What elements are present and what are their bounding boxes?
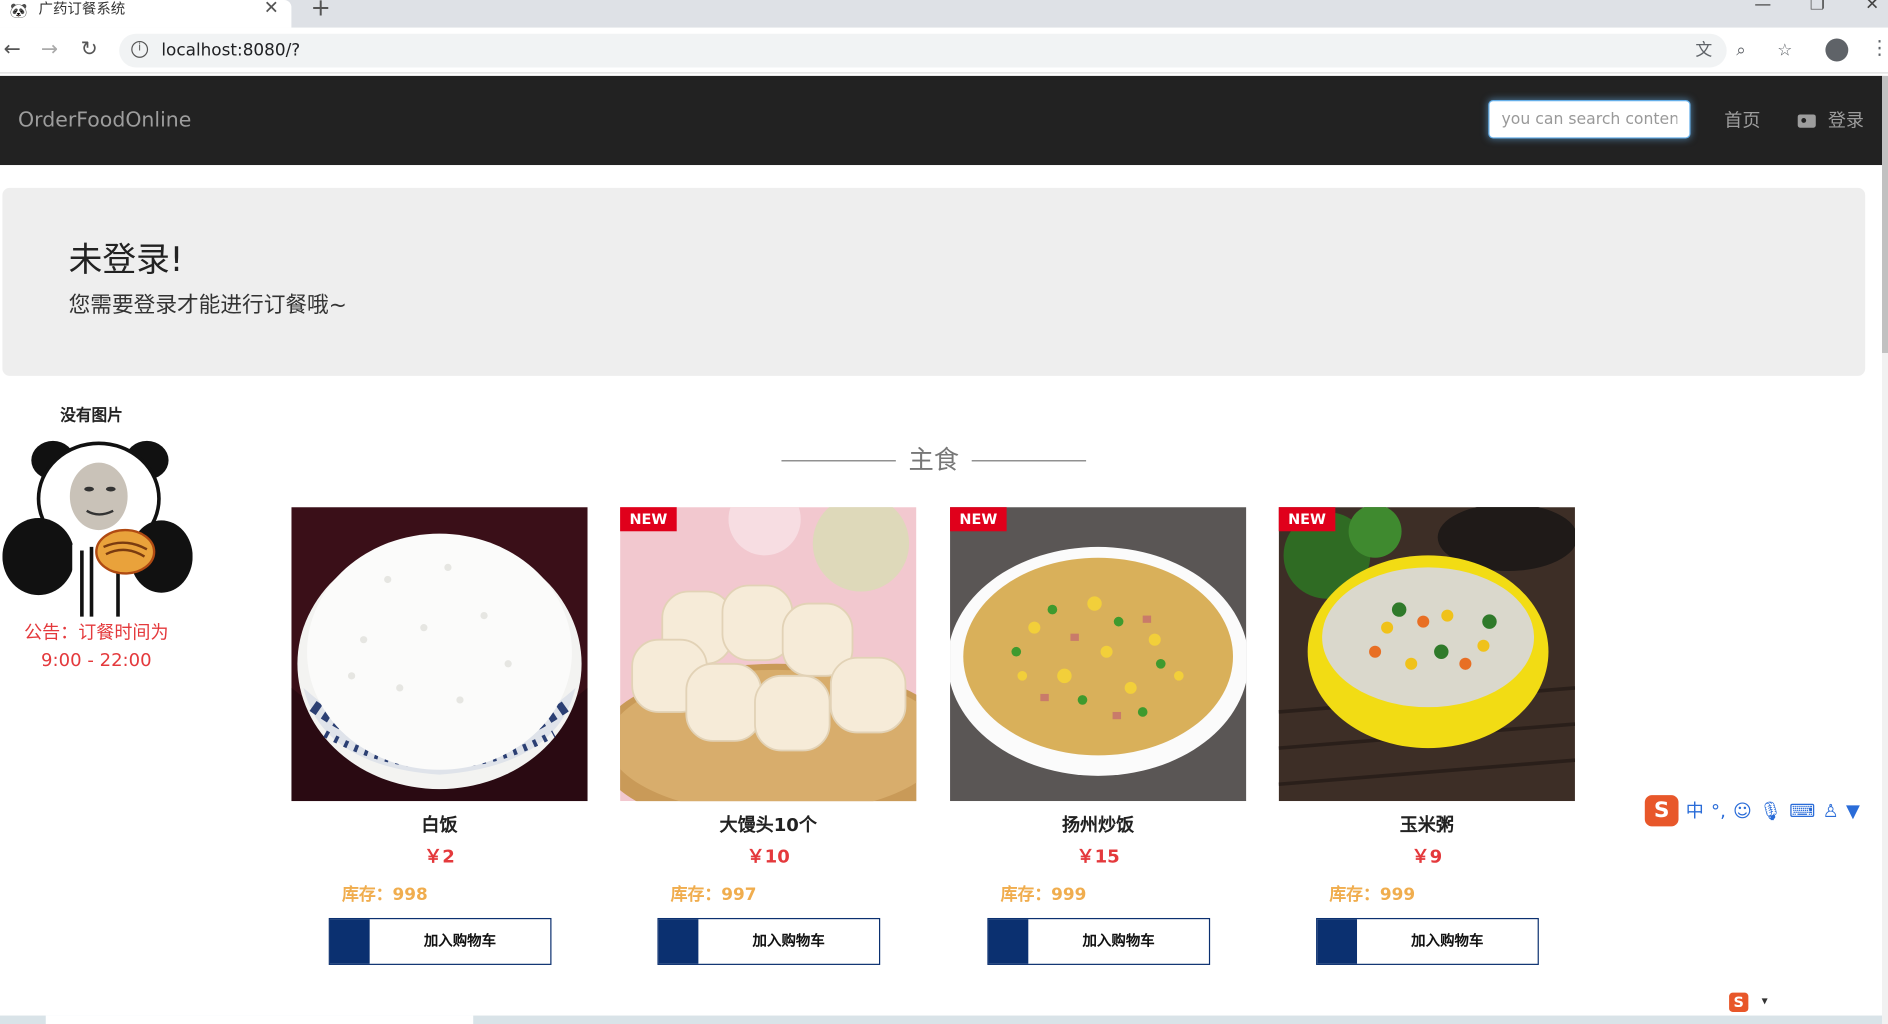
cart-button-accent [329, 919, 370, 964]
product-price: ￥2 [424, 845, 455, 868]
tab-title: 广药订餐系统 [38, 0, 126, 17]
zoom-icon[interactable]: ⌕ [1736, 40, 1745, 62]
product-name[interactable]: 大馒头10个 [620, 813, 916, 837]
product-stock: 库存：998 [341, 885, 428, 905]
site-info-icon[interactable]: i [131, 40, 149, 58]
cart-button-accent [988, 919, 1029, 964]
horizontal-scroll-thumb[interactable] [45, 1015, 474, 1024]
new-badge: NEW [1278, 507, 1336, 532]
product-name[interactable]: 白饭 [291, 813, 587, 837]
profile-avatar-icon[interactable] [1825, 38, 1849, 62]
product-stock: 库存：997 [670, 885, 757, 905]
product-stock: 库存：999 [1329, 885, 1416, 905]
section-title: 主食 [781, 443, 1087, 477]
product-stock: 库存：999 [1000, 885, 1087, 905]
browser-menu-icon[interactable]: ⋮ [1870, 36, 1888, 60]
announcement-line-1: 公告：订餐时间为 [24, 621, 169, 644]
product-card: NEW 玉米粥 ￥9 库存：999 加入购物车 [1278, 507, 1575, 965]
product-price: ￥9 [1411, 845, 1443, 868]
product-name[interactable]: 玉米粥 [1279, 813, 1575, 837]
panda-favicon-icon: 🐼 [9, 2, 28, 20]
product-price: ￥15 [1076, 845, 1120, 868]
forward-arrow-icon[interactable]: → [41, 36, 58, 63]
window-close-icon[interactable]: ✕ [1865, 0, 1879, 14]
fried-rice-image[interactable] [950, 507, 1247, 802]
url-text[interactable]: localhost:8080/? [161, 40, 300, 62]
browser-address-bar: ← → ↻ i localhost:8080/? 文 ⌕ ☆ [0, 27, 1888, 74]
add-to-cart-label: 加入购物车 [1411, 932, 1484, 950]
product-price: ￥10 [746, 845, 790, 868]
no-image-label: 没有图片 [60, 407, 123, 426]
new-badge: NEW [950, 507, 1007, 532]
browser-tab[interactable]: 🐼 广药订餐系统 ✕ [0, 0, 292, 28]
product-card: NEW 大馒头10个 ￥10 库存：997 加入购物车 [620, 507, 917, 965]
search-input[interactable] [1489, 101, 1690, 138]
nav-login-link[interactable]: 登录 [1828, 108, 1864, 132]
add-to-cart-button[interactable]: 加入购物车 [328, 917, 552, 965]
announcement-text: 公告：订餐时间为 9:00 - 22:00 [0, 619, 193, 674]
reload-icon[interactable]: ↻ [81, 36, 98, 63]
add-to-cart-button[interactable]: 加入购物车 [1316, 917, 1539, 965]
app-navbar: OrderFoodOnline 首页 登录 [0, 75, 1883, 166]
keyboard-icon[interactable]: ⌨ [1789, 799, 1815, 823]
horizontal-scroll-strip [0, 1015, 1883, 1024]
restore-icon[interactable]: ❐ [1810, 0, 1825, 14]
product-name[interactable]: 扬州炒饭 [950, 813, 1246, 837]
back-arrow-icon[interactable]: ← [4, 36, 21, 63]
new-badge: NEW [620, 507, 677, 532]
ime-mini-arrow-icon[interactable]: ▾ [1762, 995, 1768, 1008]
brand-logo[interactable]: OrderFoodOnline [18, 107, 191, 134]
minimize-icon[interactable]: — [1754, 0, 1771, 14]
skin-icon[interactable]: ▼ [1846, 799, 1860, 823]
bookmark-star-icon[interactable]: ☆ [1777, 40, 1792, 62]
scrollbar-thumb[interactable] [1882, 75, 1888, 353]
translate-icon[interactable]: 文 [1695, 40, 1712, 62]
nav-home-link[interactable]: 首页 [1724, 108, 1760, 132]
announcement-line-2: 9:00 - 22:00 [41, 649, 152, 672]
jumbotron-subtitle: 您需要登录才能进行订餐哦~ [68, 292, 347, 319]
new-tab-plus-icon[interactable]: + [311, 0, 331, 19]
steamed-buns-image[interactable] [620, 507, 917, 802]
add-to-cart-label: 加入购物车 [1082, 932, 1155, 950]
jumbotron-title: 未登录! [68, 239, 184, 280]
corn-porridge-image[interactable] [1278, 507, 1575, 802]
page-scrollbar[interactable] [1882, 75, 1888, 1024]
search-box[interactable] [1488, 99, 1691, 139]
product-card: 白饭 ￥2 库存：998 加入购物车 [291, 507, 588, 965]
add-to-cart-label: 加入购物车 [423, 932, 497, 950]
panda-meme-image [2, 440, 193, 617]
ime-lang-toggle[interactable]: 中 [1686, 799, 1704, 823]
ime-toolbar[interactable]: S 中 °, ☺ 🎙 ⌨ ♙ ▼ [1644, 794, 1888, 828]
tab-close-icon[interactable]: ✕ [264, 0, 279, 17]
white-rice-image[interactable] [291, 507, 588, 802]
omnibox[interactable]: i localhost:8080/? 文 ⌕ ☆ [119, 33, 1792, 68]
user-icon[interactable]: ♙ [1823, 799, 1839, 823]
browser-tab-bar: 🐼 广药订餐系统 ✕ + — ❐ ✕ [0, 0, 1888, 28]
ime-punct-toggle[interactable]: °, [1711, 799, 1726, 823]
add-to-cart-button[interactable]: 加入购物车 [987, 917, 1211, 965]
product-card: NEW 扬州炒饭 ￥15 库存：999 加入购物车 [950, 507, 1247, 965]
user-card-icon[interactable] [1797, 114, 1816, 128]
login-notice-jumbotron: 未登录! 您需要登录才能进行订餐哦~ [2, 187, 1866, 376]
ime-mini-logo-icon[interactable]: S [1729, 992, 1749, 1012]
add-to-cart-button[interactable]: 加入购物车 [657, 917, 881, 965]
add-to-cart-label: 加入购物车 [752, 932, 825, 950]
cart-button-accent [1317, 919, 1358, 964]
microphone-icon[interactable]: 🎙 [1759, 799, 1782, 823]
emoji-icon[interactable]: ☺ [1733, 799, 1752, 823]
cart-button-accent [658, 919, 699, 964]
sogou-logo-icon[interactable]: S [1644, 795, 1679, 827]
